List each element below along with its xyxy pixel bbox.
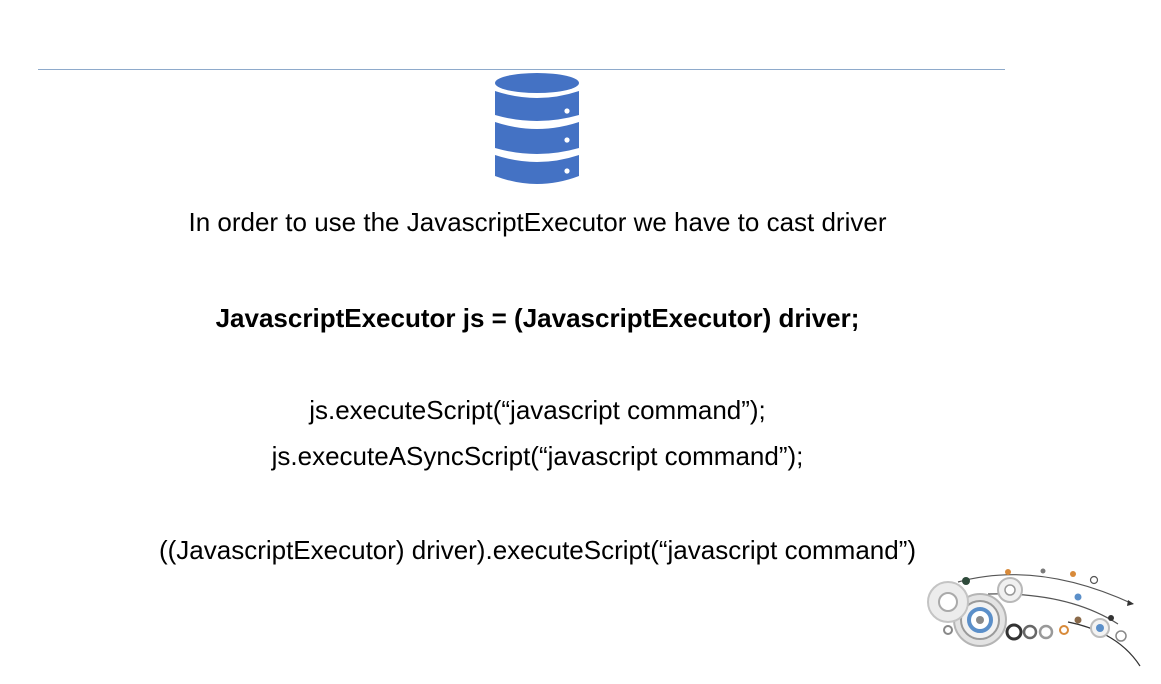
database-icon [495,73,579,184]
execute-script-example: js.executeScript(“javascript command”); [309,395,766,425]
gears-decoration-icon [927,568,1141,667]
cast-statement: JavascriptExecutor js = (JavascriptExecu… [215,303,860,333]
execute-async-script-example: js.executeASyncScript(“javascript comman… [271,441,804,471]
intro-text: In order to use the JavascriptExecutor w… [188,207,887,237]
slide: In order to use the JavascriptExecutor w… [0,0,1161,684]
inline-cast-example: ((JavascriptExecutor) driver).executeScr… [158,535,917,565]
top-divider-line [38,69,1005,70]
